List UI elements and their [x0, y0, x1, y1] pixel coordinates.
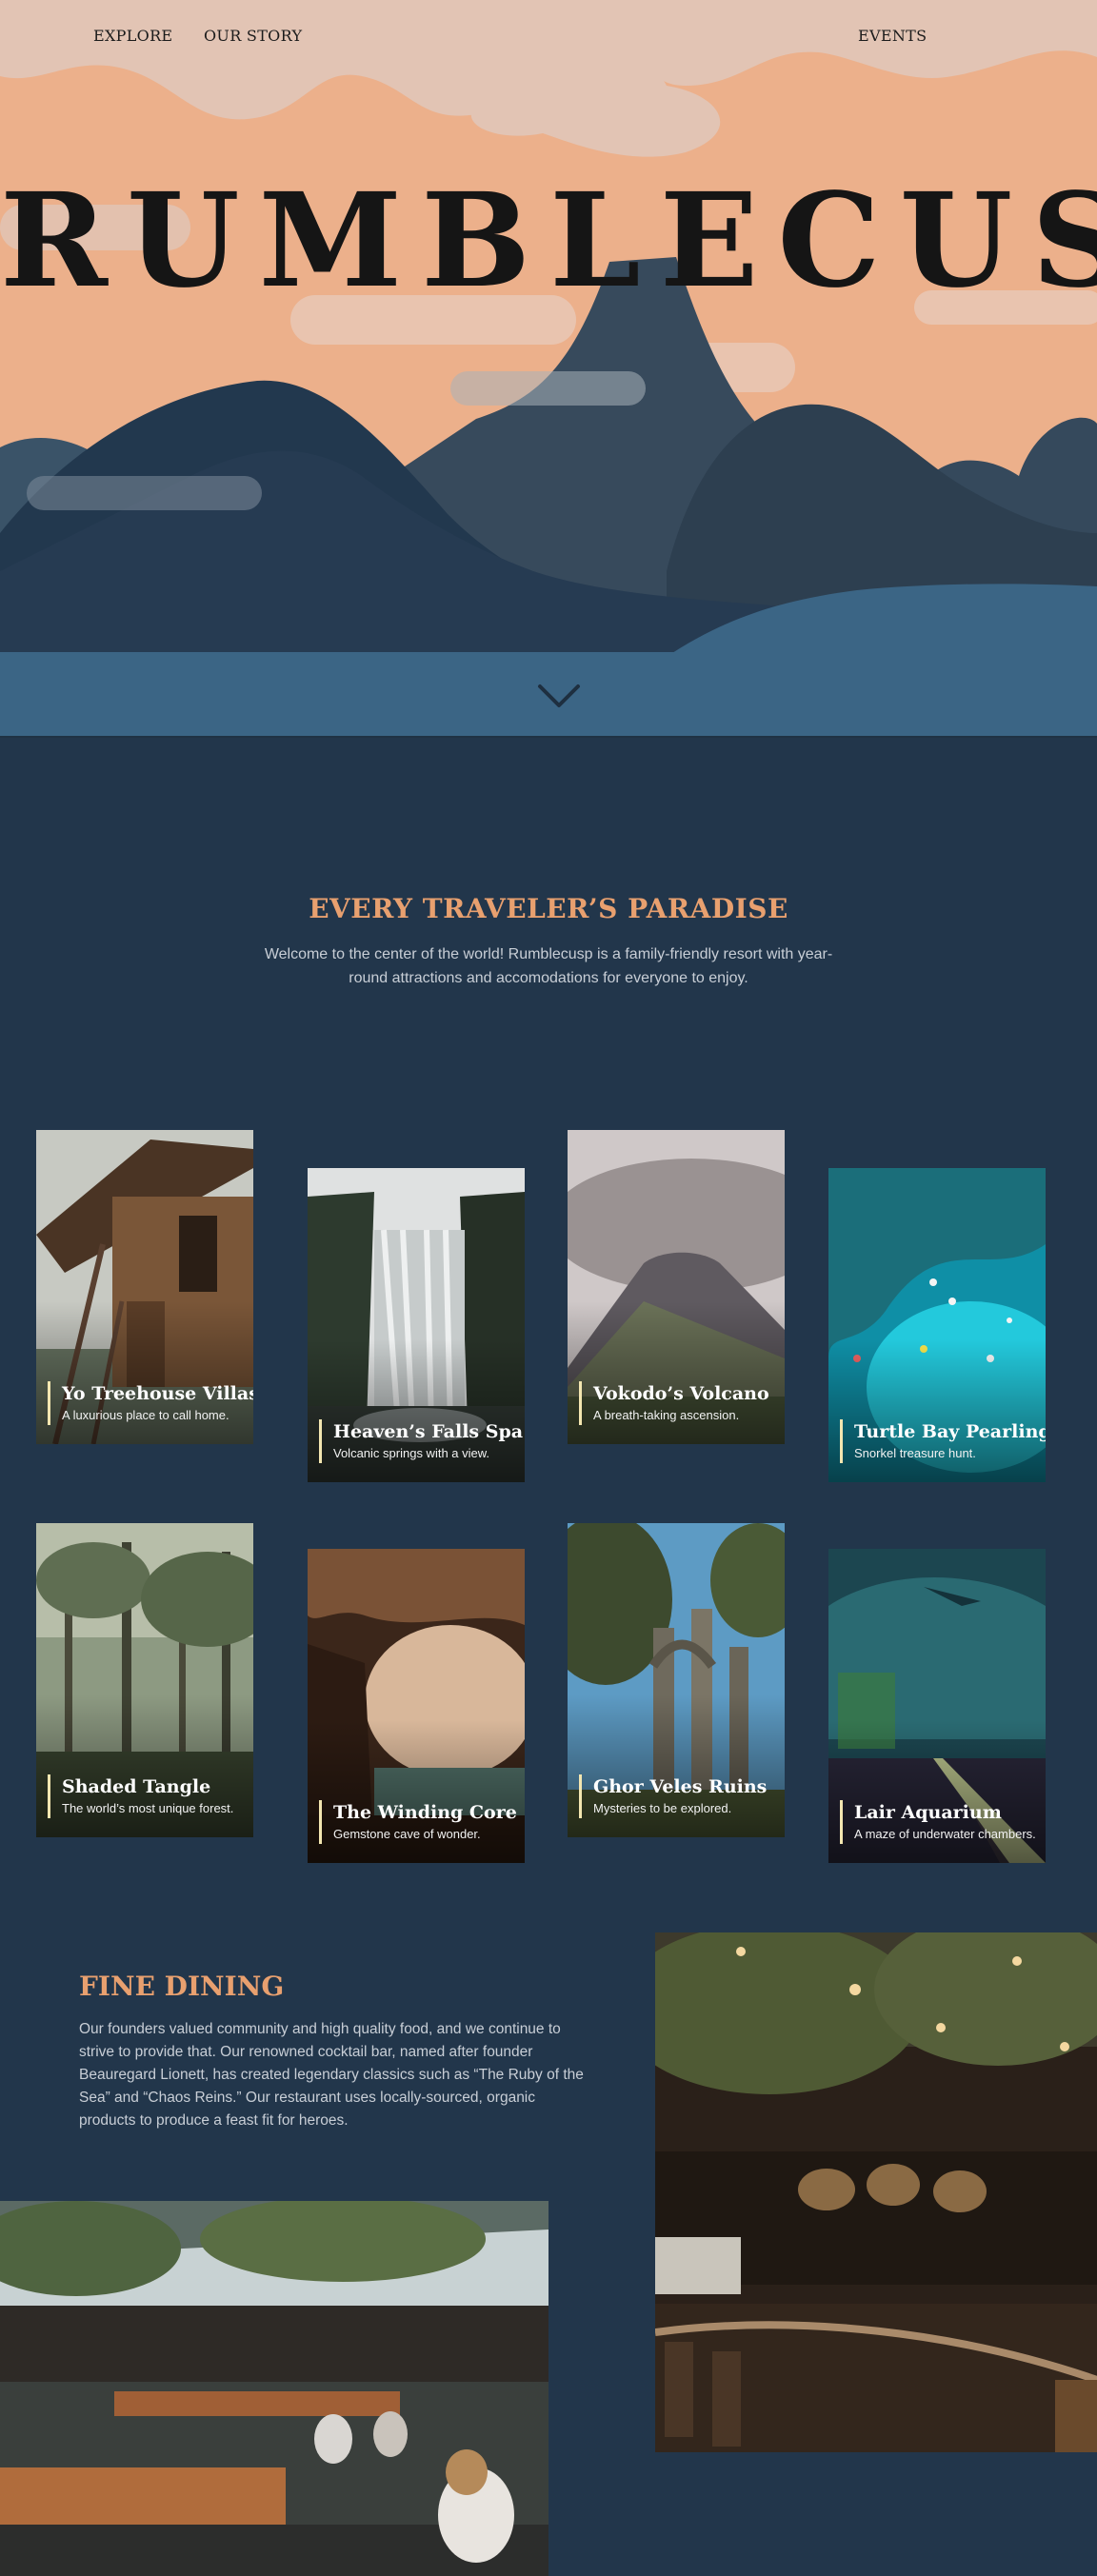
dining-description: Our founders valued community and high q…	[79, 2021, 584, 2129]
attraction-subtitle: Volcanic springs with a view.	[333, 1446, 490, 1460]
attraction-title: Lair Aquarium	[854, 1802, 1002, 1823]
nav-events-link[interactable]: EVENTS	[858, 27, 927, 45]
attraction-card-winding-core[interactable]: The Winding Core Gemstone cave of wonder…	[308, 1549, 525, 1863]
volcano-illustration	[0, 0, 1097, 738]
attraction-title: Heaven’s Falls Spa	[333, 1421, 524, 1442]
attraction-subtitle: The world’s most unique forest.	[62, 1801, 234, 1815]
attraction-subtitle: Gemstone cave of wonder.	[333, 1827, 481, 1841]
restaurant-photo	[0, 2201, 548, 2576]
main-nav: EXPLORE OUR STORY EVENTS	[0, 27, 1097, 50]
attraction-card-falls-spa[interactable]: Heaven’s Falls Spa Volcanic springs with…	[308, 1168, 525, 1482]
cocktail-bar-photo	[655, 1932, 1097, 2452]
attraction-subtitle: A maze of underwater chambers.	[854, 1827, 1036, 1841]
chevron-down-icon[interactable]	[535, 682, 583, 710]
attraction-card-volcano[interactable]: Vokodo’s Volcano A breath-taking ascensi…	[568, 1130, 785, 1444]
attraction-title: Shaded Tangle	[62, 1776, 211, 1797]
attraction-title: Vokodo’s Volcano	[593, 1383, 769, 1404]
attraction-card-treehouse[interactable]: Yo Treehouse Villas A luxurious place to…	[36, 1130, 253, 1444]
attraction-title: The Winding Core	[333, 1802, 517, 1823]
attraction-card-shaded-tangle[interactable]: Shaded Tangle The world’s most unique fo…	[36, 1523, 253, 1837]
nav-our-story-link[interactable]: OUR STORY	[204, 27, 302, 45]
hero-section: EXPLORE OUR STORY EVENTS RUMBLECUSP	[0, 0, 1097, 738]
attraction-subtitle: A breath-taking ascension.	[593, 1408, 740, 1422]
attraction-title: Ghor Veles Ruins	[593, 1776, 768, 1797]
attraction-title: Turtle Bay Pearling	[854, 1421, 1046, 1442]
attraction-card-ruins[interactable]: Ghor Veles Ruins Mysteries to be explore…	[568, 1523, 785, 1837]
nav-explore-link[interactable]: EXPLORE	[93, 27, 172, 45]
attraction-subtitle: Snorkel treasure hunt.	[854, 1446, 976, 1460]
attraction-card-lair-aquarium[interactable]: Lair Aquarium A maze of underwater chamb…	[828, 1549, 1046, 1863]
dining-heading: FINE DINING	[79, 1971, 285, 2002]
paradise-heading: EVERY TRAVELER’S PARADISE	[309, 893, 788, 924]
attraction-subtitle: A luxurious place to call home.	[62, 1408, 229, 1422]
paradise-intro: Welcome to the center of the world! Rumb…	[264, 946, 833, 986]
attraction-card-turtle-bay[interactable]: Turtle Bay Pearling Snorkel treasure hun…	[828, 1168, 1046, 1482]
attraction-title: Yo Treehouse Villas	[62, 1383, 253, 1404]
attraction-subtitle: Mysteries to be explored.	[593, 1801, 732, 1815]
site-title: RUMBLECUSP	[0, 165, 1097, 317]
